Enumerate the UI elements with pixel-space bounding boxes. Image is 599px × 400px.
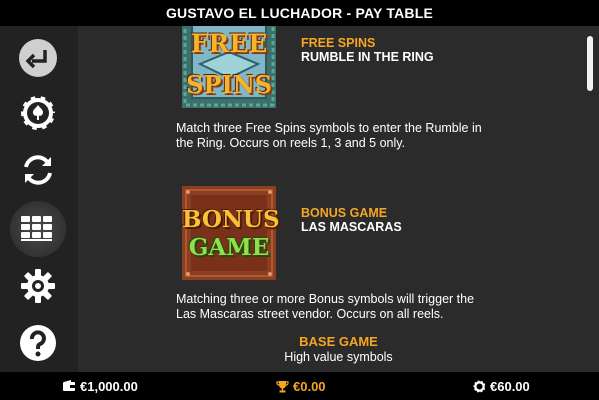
help-button[interactable]: [18, 323, 58, 363]
balance-display: €1,000.00: [62, 372, 138, 400]
bet-settings-button[interactable]: [18, 93, 58, 133]
free-spins-tile-top: FREE: [190, 29, 268, 58]
page-title: GUSTAVO EL LUCHADOR - PAY TABLE: [165, 5, 434, 21]
base-game-title: BASE GAME: [299, 334, 378, 349]
trophy-icon: [276, 380, 289, 392]
footer-bar: €1,000.00 €0.00 €60.00: [0, 372, 599, 400]
back-arrow-icon: [19, 39, 57, 77]
settings-button[interactable]: [18, 266, 58, 306]
autoplay-button[interactable]: [18, 150, 58, 190]
bonus-game-subtitle: LAS MASCARAS: [301, 220, 402, 234]
bet-display: €60.00: [473, 372, 530, 400]
chip-icon: [19, 94, 57, 132]
bonus-game-tile-bottom: GAME: [188, 234, 270, 261]
base-game-subtitle: High value symbols: [284, 350, 393, 364]
balance-value: €1,000.00: [80, 378, 138, 394]
back-button[interactable]: [18, 38, 58, 78]
scrollbar-thumb[interactable]: [587, 36, 593, 91]
help-icon: [20, 325, 56, 361]
bonus-game-symbol-image: [182, 186, 276, 280]
bet-value: €60.00: [490, 378, 530, 394]
paytable-button[interactable]: [10, 201, 66, 257]
win-display: €0.00: [276, 372, 326, 400]
free-spins-description: Match three Free Spins symbols to enter …: [176, 121, 482, 150]
win-value: €0.00: [293, 378, 326, 394]
bonus-game-symbol: BONUS GAME: [182, 186, 280, 280]
paytable-grid-icon: [21, 216, 52, 241]
bonus-game-description: Matching three or more Bonus symbols wil…: [176, 292, 475, 321]
paytable-content[interactable]: FREE SPINS FREE SPINS RUMBLE IN THE RING…: [78, 26, 599, 372]
scrollbar[interactable]: [587, 36, 593, 361]
settings-gear-icon: [21, 269, 55, 303]
bet-chip-icon: [473, 379, 486, 393]
bonus-game-tile-top: BONUS: [182, 206, 280, 233]
sidebar: [0, 26, 78, 372]
wallet-icon: [63, 380, 75, 391]
bonus-game-title: BONUS GAME: [301, 206, 388, 220]
free-spins-symbol: FREE SPINS: [182, 26, 276, 108]
free-spins-subtitle: RUMBLE IN THE RING: [301, 50, 434, 64]
paytable-title-bar: GUSTAVO EL LUCHADOR - PAY TABLE: [0, 0, 599, 26]
free-spins-tile-bottom: SPINS: [186, 70, 272, 99]
autoplay-icon: [24, 155, 52, 185]
free-spins-title: FREE SPINS: [301, 36, 376, 50]
